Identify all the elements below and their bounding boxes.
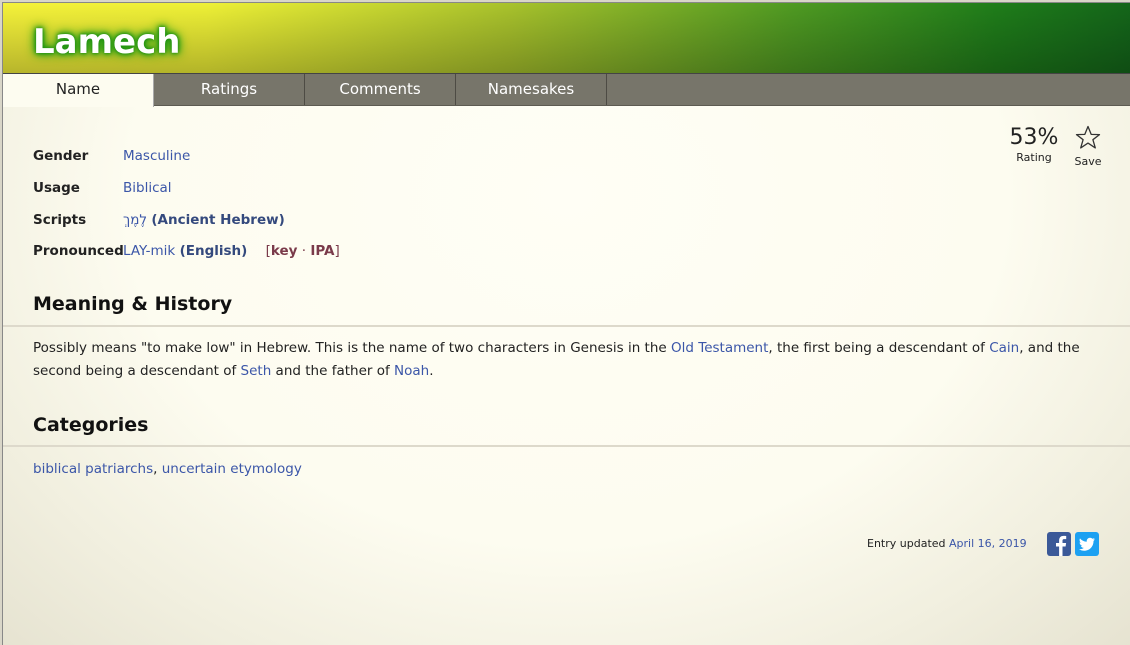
meaning-text: Possibly means "to make low" in Hebrew. … (33, 337, 1103, 383)
facebook-icon (1056, 535, 1067, 556)
pronounced-value: LAY-mik (English) [key · IPA] (123, 243, 340, 259)
twitter-icon (1079, 537, 1095, 551)
pronounced-label: Pronounced (33, 243, 124, 259)
gender-link[interactable]: Masculine (123, 148, 190, 164)
meaning-text-1: Possibly means "to make low" in Hebrew. … (33, 340, 671, 356)
rating-value: 53% (1009, 125, 1059, 150)
scripts-label: Scripts (33, 212, 87, 228)
meaning-text-2: , the first being a descendant of (768, 340, 990, 356)
link-noah[interactable]: Noah (394, 363, 429, 379)
divider (3, 445, 1130, 447)
ipa-link[interactable]: IPA (310, 243, 334, 259)
key-bracket-close: ] (334, 243, 340, 259)
link-cain[interactable]: Cain (989, 340, 1019, 356)
rating-widget[interactable]: 53% Rating (1004, 125, 1064, 164)
page-title: Lamech (33, 22, 181, 62)
usage-link[interactable]: Biblical (123, 180, 172, 196)
category-link[interactable]: uncertain etymology (162, 461, 302, 477)
tab-bar: Name Ratings Comments Namesakes (3, 73, 1130, 107)
key-link[interactable]: key (271, 243, 298, 259)
page-frame: Lamech Name Ratings Comments Namesakes 5… (2, 2, 1130, 645)
meaning-heading: Meaning & History (33, 293, 233, 315)
meaning-text-5: . (429, 363, 434, 379)
star-outline-icon (1075, 125, 1101, 149)
tab-name[interactable]: Name (3, 74, 154, 107)
key-separator: · (297, 243, 311, 259)
pronunciation-language[interactable]: (English) (180, 243, 248, 259)
gender-label: Gender (33, 148, 89, 164)
scripts-language[interactable]: (Ancient Hebrew) (151, 212, 284, 228)
link-seth[interactable]: Seth (241, 363, 272, 379)
hebrew-script: לֶמֶךְ (123, 212, 148, 228)
updated-label: Entry updated (867, 537, 950, 550)
entry-updated: Entry updated April 16, 2019 (867, 537, 1027, 550)
categories-list: biblical patriarchs, uncertain etymology (33, 458, 1103, 481)
save-button[interactable]: Save (1073, 125, 1103, 168)
rating-label: Rating (1016, 151, 1052, 164)
categories-heading: Categories (33, 414, 149, 436)
meaning-text-4: and the father of (271, 363, 395, 379)
twitter-share-button[interactable] (1075, 532, 1099, 556)
category-separator: , (153, 461, 162, 477)
pronunciation-key: [key · IPA] (266, 243, 340, 259)
category-link[interactable]: biblical patriarchs (33, 461, 153, 477)
tab-namesakes[interactable]: Namesakes (456, 74, 607, 105)
tab-ratings[interactable]: Ratings (154, 74, 305, 105)
link-old-testament[interactable]: Old Testament (671, 340, 768, 356)
facebook-share-button[interactable] (1047, 532, 1071, 556)
divider (3, 325, 1130, 327)
save-label: Save (1074, 155, 1102, 168)
usage-label: Usage (33, 180, 80, 196)
updated-date-link[interactable]: April 16, 2019 (949, 537, 1027, 550)
scripts-value: לֶמֶךְ (Ancient Hebrew) (123, 212, 285, 228)
pronunciation: LAY-mik (123, 243, 176, 259)
tab-comments[interactable]: Comments (305, 74, 456, 105)
